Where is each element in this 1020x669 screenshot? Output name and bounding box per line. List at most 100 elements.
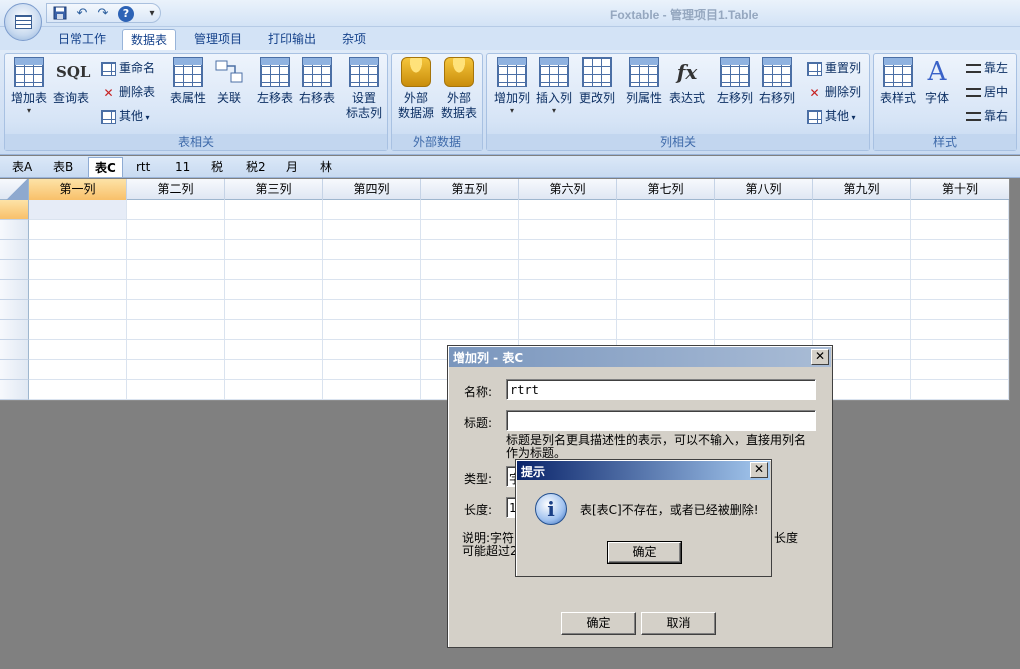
add-column-button[interactable]: 增加列 ▾ <box>491 57 533 129</box>
sheet-tab[interactable]: 税 <box>205 157 229 177</box>
table-row[interactable] <box>29 240 1009 260</box>
external-table-button[interactable]: 外部 数据表 <box>438 57 480 129</box>
table-style-button[interactable]: 表样式 <box>877 57 919 129</box>
move-column-left-button[interactable]: 左移列 <box>714 57 756 129</box>
sheet-tab[interactable]: 表B <box>47 157 79 177</box>
move-table-right-button[interactable]: 右移表 <box>297 57 337 129</box>
column-header[interactable]: 第十列 <box>911 179 1009 200</box>
sheet-tab[interactable]: 11 <box>169 157 196 177</box>
save-icon[interactable] <box>52 6 68 21</box>
table-other-button[interactable]: 其他 ▾ <box>101 106 150 126</box>
delete-table-button[interactable]: ✕ 删除表 <box>101 82 155 102</box>
row-header[interactable] <box>0 220 29 240</box>
align-right-icon <box>966 112 981 121</box>
row-header[interactable] <box>0 380 29 400</box>
ok-button[interactable]: 确定 <box>561 612 636 635</box>
rename-table-button[interactable]: 重命名 <box>101 58 155 78</box>
column-header[interactable]: 第五列 <box>421 179 519 200</box>
external-source-button[interactable]: 外部 数据源 <box>395 57 437 129</box>
close-icon[interactable]: ✕ <box>811 349 829 365</box>
sheet-tab[interactable]: rtt <box>130 157 156 177</box>
dropdown-arrow-icon: ▾ <box>509 106 514 115</box>
move-left-icon <box>260 57 290 87</box>
sheet-tab[interactable]: 税2 <box>240 157 272 177</box>
column-header[interactable]: 第二列 <box>127 179 225 200</box>
column-group: 增加列 ▾ 插入列 ▾ 更改列 列属性 fx 表达式 左移列 右移列 重置列 ✕… <box>486 53 870 151</box>
column-header[interactable]: 第六列 <box>519 179 617 200</box>
table-row[interactable] <box>29 300 1009 320</box>
cancel-button[interactable]: 取消 <box>641 612 716 635</box>
style-group: 表样式 A 字体 靠左 居中 靠右 样式 <box>873 53 1017 151</box>
query-table-button[interactable]: SQL 查询表 <box>51 57 91 129</box>
customize-qat-icon[interactable]: ▾ <box>144 6 160 21</box>
sheet-tab[interactable]: 月 <box>280 157 304 177</box>
column-properties-button[interactable]: 列属性 <box>623 57 665 129</box>
table-row[interactable] <box>29 200 1009 220</box>
sql-icon: SQL <box>56 63 91 81</box>
table-row[interactable] <box>29 280 1009 300</box>
table-row[interactable] <box>29 220 1009 240</box>
app-menu-button[interactable] <box>4 3 42 41</box>
insert-column-button[interactable]: 插入列 ▾ <box>533 57 575 129</box>
align-left-icon <box>966 64 981 73</box>
reset-column-button[interactable]: 重置列 <box>807 58 861 78</box>
move-table-left-button[interactable]: 左移表 <box>255 57 295 129</box>
tab-data-table[interactable]: 数据表 <box>122 29 177 50</box>
column-header[interactable]: 第七列 <box>617 179 715 200</box>
table-row[interactable] <box>29 260 1009 280</box>
redo-icon[interactable]: ↷ <box>95 6 111 21</box>
row-header[interactable] <box>0 360 29 380</box>
align-right-button[interactable]: 靠右 <box>966 106 1008 126</box>
tab-print-output[interactable]: 打印输出 <box>260 29 324 50</box>
change-column-button[interactable]: 更改列 <box>576 57 618 129</box>
set-flag-column-button[interactable]: 设置 标志列 <box>343 57 385 129</box>
column-header[interactable]: 第四列 <box>323 179 421 200</box>
database-icon <box>401 57 431 87</box>
table-properties-button[interactable]: 表属性 <box>167 57 209 129</box>
move-column-right-button[interactable]: 右移列 <box>756 57 798 129</box>
length-label: 长度: <box>464 503 493 517</box>
row-header[interactable] <box>0 280 29 300</box>
help-icon[interactable]: ? <box>118 6 134 22</box>
row-header[interactable] <box>0 200 29 220</box>
info-icon: i <box>535 493 567 525</box>
table-row[interactable] <box>29 320 1009 340</box>
message-text: 表[表C]不存在，或者已经被删除! <box>580 503 759 517</box>
tab-daily-work[interactable]: 日常工作 <box>50 29 114 50</box>
table-group: 增加表 ▾ SQL 查询表 重命名 ✕删除表 其他 ▾ 表属性 关联 左移表 <box>4 53 388 151</box>
relation-button[interactable]: 关联 <box>211 57 247 129</box>
row-header[interactable] <box>0 320 29 340</box>
note-text: 可能超过2 <box>462 544 518 558</box>
sheet-tab-active[interactable]: 表C <box>88 157 123 177</box>
column-header[interactable]: 第三列 <box>225 179 323 200</box>
row-header[interactable] <box>0 260 29 280</box>
align-center-button[interactable]: 居中 <box>966 82 1008 102</box>
align-left-button[interactable]: 靠左 <box>966 58 1008 78</box>
expression-button[interactable]: fx 表达式 <box>666 57 708 129</box>
column-header[interactable]: 第一列 <box>29 179 127 200</box>
add-table-button[interactable]: 增加表 ▾ <box>9 57 49 129</box>
undo-icon[interactable]: ↶ <box>74 6 90 21</box>
note-text: 长度 <box>774 531 799 545</box>
align-center-icon <box>966 88 981 97</box>
move-left-icon <box>720 57 750 87</box>
font-button[interactable]: A 字体 <box>920 57 954 129</box>
close-icon[interactable]: ✕ <box>750 462 768 478</box>
caption-input[interactable] <box>506 410 816 431</box>
tab-manage-project[interactable]: 管理项目 <box>186 29 250 50</box>
title-bar: ↶ ↷ ? ▾ Foxtable - 管理项目1.Table <box>0 0 1020 27</box>
delete-column-button[interactable]: ✕ 删除列 <box>807 82 861 102</box>
column-other-button[interactable]: 其他 ▾ <box>807 106 856 126</box>
message-ok-button[interactable]: 确定 <box>607 541 682 564</box>
name-input[interactable]: rtrt <box>506 379 816 400</box>
row-header[interactable] <box>0 240 29 260</box>
column-header[interactable]: 第八列 <box>715 179 813 200</box>
row-header[interactable] <box>0 340 29 360</box>
sheet-tab[interactable]: 林 <box>314 157 338 177</box>
tab-misc[interactable]: 杂项 <box>334 29 374 50</box>
row-header[interactable] <box>0 300 29 320</box>
sheet-tab[interactable]: 表A <box>6 157 38 177</box>
external-data-group: 外部 数据源 外部 数据表 外部数据 <box>391 53 483 151</box>
select-all-corner[interactable] <box>0 179 29 200</box>
column-header[interactable]: 第九列 <box>813 179 911 200</box>
